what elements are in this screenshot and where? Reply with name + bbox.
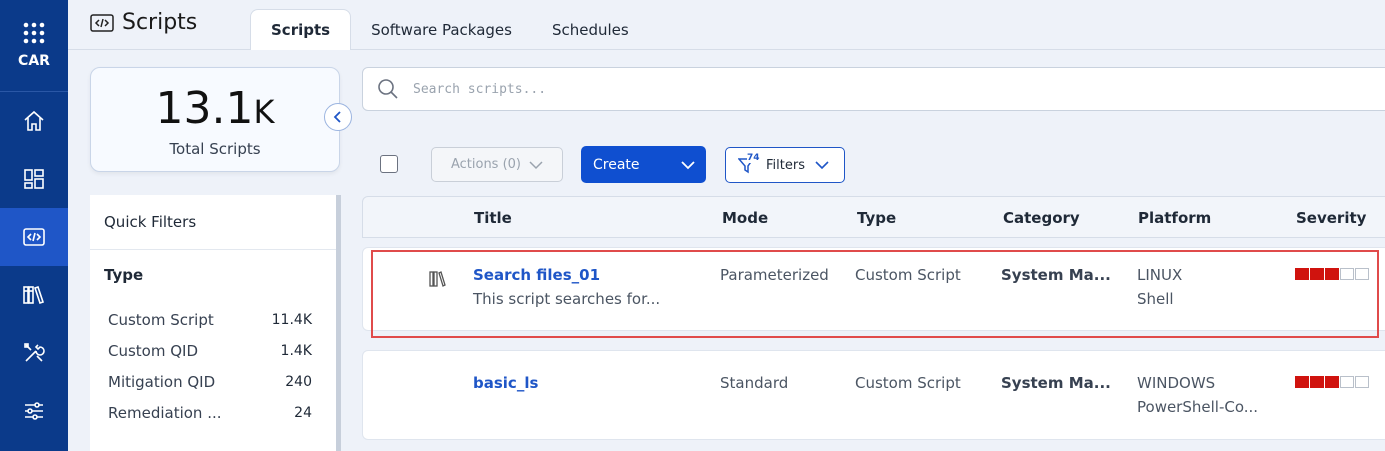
severity-segment (1340, 376, 1354, 388)
tab-schedules[interactable]: Schedules (532, 9, 649, 50)
create-button[interactable]: Create (581, 146, 706, 183)
column-header-type[interactable]: Type (857, 209, 896, 227)
selection-highlight-box (371, 250, 1379, 338)
quick-filter-count: 240 (285, 373, 312, 390)
filters-count-badge: 74 (747, 153, 760, 163)
app-code: CAR (18, 53, 50, 69)
quick-filter-item[interactable]: Remediation ... 24 (90, 397, 336, 428)
dashboard-icon (24, 169, 44, 189)
script-mode: Standard (720, 374, 789, 392)
stat-number: 13.1 (155, 83, 254, 134)
quick-filters-panel: Quick Filters Type Custom Script 11.4K Cu… (90, 195, 336, 451)
chevron-left-icon (333, 111, 341, 123)
table-header: Title Mode Type Category Platform Severi… (362, 196, 1385, 238)
code-window-icon (90, 13, 114, 32)
column-header-title[interactable]: Title (474, 209, 512, 227)
chevron-down-icon (681, 160, 695, 169)
search-icon (378, 79, 398, 99)
script-category: System Ma... (1001, 374, 1111, 392)
stat-unit: K (253, 93, 275, 131)
quick-filter-count: 1.4K (280, 342, 312, 359)
quick-filter-item[interactable]: Custom QID 1.4K (90, 335, 336, 366)
settings-sliders-icon (25, 402, 43, 420)
nav-dashboard[interactable] (0, 150, 68, 208)
quick-filters-title: Quick Filters (90, 195, 336, 250)
severity-segment (1355, 376, 1369, 388)
page-title: Scripts (90, 10, 197, 35)
actions-dropdown[interactable]: Actions (0) (431, 147, 563, 182)
quick-filter-label: Custom QID (108, 341, 199, 360)
create-label: Create (593, 156, 640, 173)
actions-label: Actions (0) (450, 157, 522, 172)
severity-segment (1325, 376, 1339, 388)
quick-filters-scrollbar[interactable] (336, 195, 341, 451)
quick-filter-label: Mitigation QID (108, 372, 216, 391)
quick-filter-count: 11.4K (271, 311, 312, 328)
total-scripts-card: 13.1K Total Scripts (90, 67, 340, 172)
nav-tools[interactable] (0, 324, 68, 382)
select-all-checkbox[interactable] (380, 155, 398, 173)
severity-segment (1295, 376, 1309, 388)
chevron-down-icon (529, 160, 543, 169)
quick-filter-label: Remediation ... (108, 403, 222, 422)
collapse-panel-button[interactable] (324, 103, 352, 131)
quick-filter-count: 24 (294, 404, 312, 421)
nav-library[interactable] (0, 266, 68, 324)
quick-filters-section-type: Type (104, 266, 144, 284)
filters-button[interactable]: 74 Filters (725, 147, 845, 183)
total-scripts-label: Total Scripts (169, 140, 261, 158)
severity-segment (1310, 376, 1324, 388)
nav-settings[interactable] (0, 382, 68, 440)
quick-filter-item[interactable]: Custom Script 11.4K (90, 304, 336, 335)
severity-meter (1295, 376, 1369, 388)
left-nav-rail: CAR (0, 0, 68, 451)
script-type: Custom Script (855, 374, 961, 392)
app-switcher[interactable]: CAR (0, 0, 68, 92)
tab-scripts[interactable]: Scripts (250, 9, 352, 50)
app-grid-icon (23, 22, 45, 44)
library-icon (23, 285, 45, 305)
script-platform: WINDOWS (1137, 374, 1216, 392)
page-title-text: Scripts (122, 10, 198, 35)
filter-icon-wrap: 74 (737, 153, 760, 175)
column-header-mode[interactable]: Mode (722, 209, 768, 227)
column-header-platform[interactable]: Platform (1138, 209, 1211, 227)
column-header-severity[interactable]: Severity (1296, 209, 1366, 227)
nav-scripts[interactable] (0, 208, 68, 266)
filters-label: Filters (766, 157, 805, 173)
script-title-link[interactable]: basic_ls (473, 374, 538, 392)
tab-bar: Scripts Software Packages Schedules (250, 9, 649, 50)
tools-icon (24, 343, 45, 362)
search-bar (362, 67, 1385, 111)
quick-filter-item[interactable]: Mitigation QID 240 (90, 366, 336, 397)
quick-filter-label: Custom Script (108, 310, 214, 329)
column-header-category[interactable]: Category (1003, 209, 1080, 227)
nav-home[interactable] (0, 92, 68, 150)
total-scripts-value: 13.1K (91, 85, 339, 136)
table-row[interactable]: basic_ls Standard Custom Script System M… (362, 350, 1385, 440)
chevron-down-icon (815, 161, 829, 170)
scripts-icon (23, 228, 45, 246)
search-input[interactable] (413, 81, 1013, 97)
tab-software-packages[interactable]: Software Packages (351, 9, 532, 50)
home-icon (24, 110, 44, 131)
script-platform-sub: PowerShell-Co... (1137, 398, 1259, 416)
